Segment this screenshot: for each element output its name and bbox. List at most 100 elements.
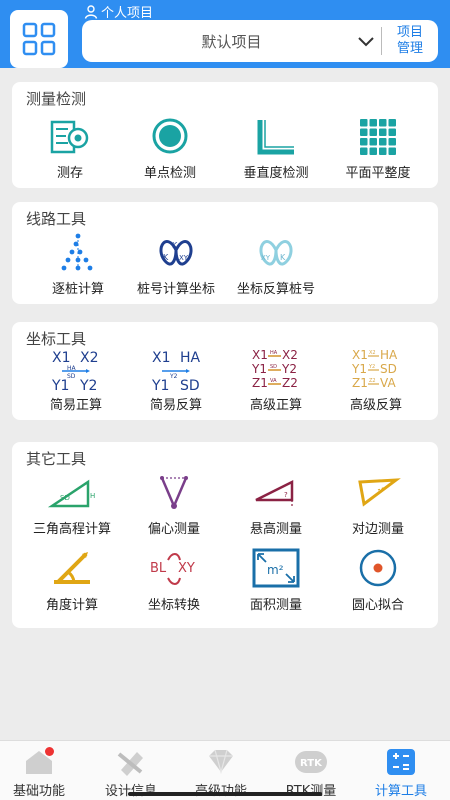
tool-label: 高级反算 [349,398,402,413]
tool-coord-to-station[interactable]: XY K 坐标反算桩号 [226,232,326,297]
icon-text: K [280,253,286,262]
grid-cell [379,147,387,155]
advanced-inverse-icon: X1 HA Y1 SD Z1 VA X2 Y2 Z2 [351,348,398,390]
grid-cell [379,138,387,146]
icon-text: K [172,241,178,250]
icon-text: Y2 [368,364,375,370]
section-title: 坐标工具 [26,330,87,348]
top-header: 个人项目 默认项目 项目 管理 [0,0,450,68]
icon-text: Y1 [51,378,69,394]
grid-cell [360,128,368,136]
icon-text: Y2 [169,373,178,380]
area-measure-icon: m² [252,548,300,588]
tool-survey-store[interactable]: 测存 [20,116,120,181]
coord-to-station-icon: XY K [259,240,293,266]
tool-triangle-elevation[interactable]: SD H 三角高程计算 [22,472,122,537]
stake-calc-icon [61,233,93,272]
tool-label: 悬高测量 [249,522,302,537]
icon-text: BL [150,561,167,576]
tool-station-to-coord[interactable]: K K XY 桩号计算坐标 [126,232,226,297]
icon-text: SD [270,364,277,370]
tool-simple-inverse[interactable]: X1 HA Y2 Y1 SD 简易反算 [126,348,226,413]
icon-text: SD [380,362,397,376]
tool-label: 角度计算 [45,598,98,613]
tool-simple-forward[interactable]: X1 X2 HA SD Y1 Y2 简易正算 [26,348,126,413]
tool-label: 单点检测 [143,166,196,181]
tool-flatness[interactable]: 平面平整度 [328,116,428,181]
icon-text: Y2 [79,378,97,394]
tool-circle-fit[interactable]: 圆心拟合 [328,548,428,613]
section-measure-check: 测量检测 测存 单点检测 垂直度检测 平面平整度 [12,82,438,188]
tool-coord-transform[interactable]: BL XY 坐标转换 [124,548,224,613]
grid-cell [379,128,387,136]
tool-eccentric[interactable]: 偏心测量 [124,472,224,537]
tool-stake-calc[interactable]: 逐桩计算 [28,232,128,297]
icon-text: Y1 [151,378,169,394]
tool-label: 桩号计算坐标 [136,282,215,297]
icon-text: X1 [52,350,71,366]
rtk-icon-text: RTK [300,758,323,769]
menu-grid-button[interactable] [10,10,68,68]
tool-verticality[interactable]: 垂直度检测 [226,116,326,181]
chevron-down-icon[interactable] [351,20,381,62]
icon-text: H [90,492,95,500]
rtk-icon: RTK [294,747,328,777]
icon-text: Y2 [281,362,297,376]
section-title: 线路工具 [26,210,87,228]
grid-cell [388,128,396,136]
advanced-forward-icon: X1 X2 Y1 Y2 Z1 Z2 HA SD VA [251,348,298,390]
icon-text: HA [380,348,398,362]
bottom-tab-bar: 基础功能 设计信息 高级功能 RTK RTK测量 计算工具 [0,740,450,800]
tool-overhang-height[interactable]: ? 悬高测量 [226,472,326,537]
tab-label: 计算工具 [374,784,427,799]
personal-project-label: 个人项目 [84,2,153,21]
tool-label: 高级正算 [249,398,302,413]
overhang-height-icon: ? [255,479,294,508]
personal-project-text: 个人项目 [101,6,154,21]
main-content: 测量检测 测存 单点检测 垂直度检测 平面平整度 线路工具 逐桩计算 K K X… [0,68,450,740]
grid-cell [369,138,377,146]
project-selector[interactable]: 默认项目 项目 管理 [82,20,438,62]
manage-line2: 管理 [396,41,423,56]
icon-text: X2 [282,348,298,362]
icon-text: Y1 [351,362,367,376]
triangle-elevation-icon: SD H [47,479,95,508]
calculator-icon [384,747,418,777]
icon-text: VA [270,378,277,384]
station-to-coord-icon: K K XY [159,240,193,266]
tab-label: 设计信息 [105,780,157,799]
grid-cell [379,119,387,127]
angle-calc-icon [54,552,90,584]
tab-calc-tools[interactable]: 计算工具 [356,741,446,800]
icon-text: XY [178,561,195,576]
tab-label: RTK测量 [286,780,337,799]
tool-label: 偏心测量 [147,522,200,537]
grid-cell [388,147,396,155]
icon-text: X1 [252,348,268,362]
tool-area-measure[interactable]: m² 面积测量 [226,548,326,613]
project-manage-button[interactable]: 项目 管理 [382,25,438,57]
tool-advanced-forward[interactable]: X1 X2 Y1 Y2 Z1 Z2 HA SD VA 高级正算 [226,348,326,413]
grid-cell [360,147,368,155]
home-icon [22,747,56,777]
tool-advanced-inverse[interactable]: X1 HA Y1 SD Z1 VA X2 Y2 Z2 高级反算 [326,348,426,413]
icon-text: SD [180,378,200,394]
grid-icon [22,22,56,56]
section-route-tools: 线路工具 逐桩计算 K K XY 桩号计算坐标 XY K 坐标反算桩号 [12,202,438,304]
selected-project[interactable]: 默认项目 [82,31,351,52]
tab-basic-functions[interactable]: 基础功能 [0,741,84,800]
tool-opposite-side[interactable]: 对边测量 [328,472,428,537]
grid-cell [388,119,396,127]
tool-label: 三角高程计算 [32,522,111,537]
design-ruler-icon [114,747,148,777]
grid-cell [369,147,377,155]
icon-text: Z1 [352,376,368,390]
icon-text: XY [261,254,271,262]
tool-label: 平面平整度 [345,166,411,181]
tool-label: 逐桩计算 [51,282,104,297]
tool-angle-calc[interactable]: 角度计算 [22,548,122,613]
user-icon [84,4,98,19]
icon-text: X1 [152,350,171,366]
tool-single-point[interactable]: 单点检测 [120,116,220,181]
icon-text: m² [267,563,284,577]
